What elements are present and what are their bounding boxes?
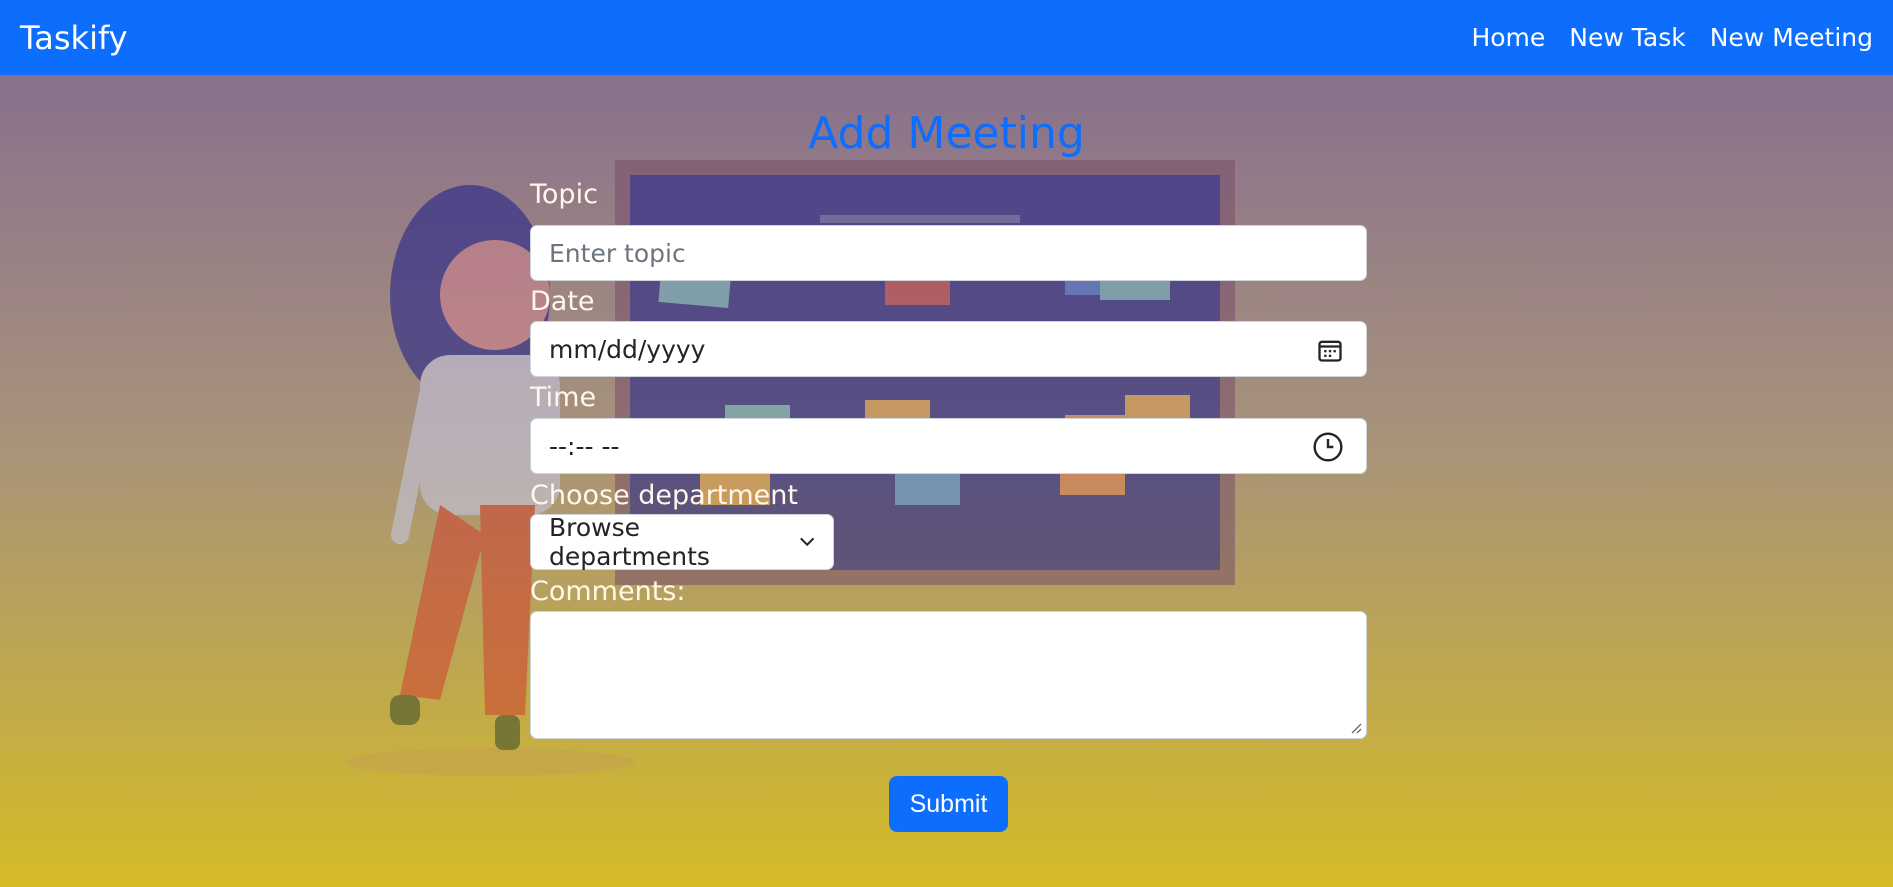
date-input[interactable]: mm/dd/yyyy (530, 321, 1367, 377)
navbar: Taskify Home New Task New Meeting (0, 0, 1893, 75)
date-label: Date (530, 286, 595, 317)
department-select[interactable]: Browse departments (530, 513, 834, 571)
department-label: Choose department (530, 480, 798, 511)
calendar-icon[interactable] (1316, 336, 1344, 364)
nav-link-home[interactable]: Home (1471, 23, 1545, 52)
clock-icon[interactable] (1312, 431, 1344, 463)
time-value: --:-- -- (549, 431, 620, 461)
nav-links: Home New Task New Meeting (1471, 23, 1873, 52)
topic-label: Topic (530, 179, 598, 210)
comments-label: Comments: (530, 576, 686, 607)
nav-link-new-meeting[interactable]: New Meeting (1710, 23, 1873, 52)
date-value: mm/dd/yyyy (549, 334, 706, 364)
brand-logo[interactable]: Taskify (20, 19, 128, 57)
nav-link-new-task[interactable]: New Task (1569, 23, 1685, 52)
department-selected: Browse departments (549, 513, 710, 571)
submit-button[interactable]: Submit (889, 776, 1008, 832)
resize-handle-icon[interactable] (1350, 722, 1362, 734)
chevron-down-icon (799, 537, 814, 547)
topic-placeholder: Enter topic (549, 238, 686, 268)
time-input[interactable]: --:-- -- (530, 418, 1367, 474)
page-title: Add Meeting (808, 108, 1085, 159)
topic-input[interactable]: Enter topic (530, 225, 1367, 281)
time-label: Time (530, 382, 597, 413)
comments-textarea[interactable] (530, 611, 1367, 739)
meeting-form: Topic Enter topic Date mm/dd/yyyy Time -… (530, 170, 1367, 739)
